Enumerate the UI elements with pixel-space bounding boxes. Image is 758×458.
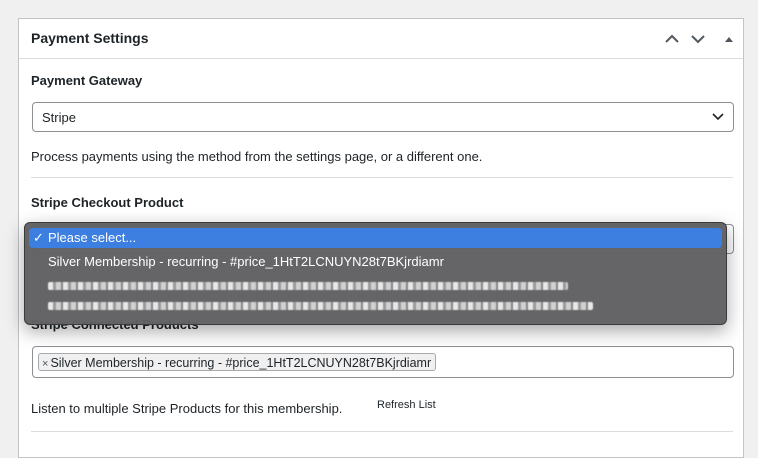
chevron-down-icon	[712, 113, 724, 121]
chip-remove-icon[interactable]: ×	[42, 358, 48, 370]
connected-products-help: Listen to multiple Stripe Products for t…	[31, 401, 343, 416]
move-down-button[interactable]	[689, 30, 707, 48]
payment-gateway-select[interactable]: Stripe	[32, 102, 734, 132]
refresh-list-link[interactable]: Refresh List	[377, 399, 436, 411]
checkout-product-label: Stripe Checkout Product	[31, 195, 184, 210]
checkout-product-dropdown: ✓ Please select... Silver Membership - r…	[24, 222, 727, 325]
payment-gateway-value: Stripe	[42, 110, 76, 125]
connected-product-chip: × Silver Membership - recurring - #price_…	[38, 353, 437, 371]
redacted-text	[48, 282, 568, 290]
payment-gateway-label: Payment Gateway	[31, 73, 143, 88]
option-label: Silver Membership - recurring - #price_1…	[48, 254, 444, 269]
chip-label: Silver Membership - recurring - #price_1…	[50, 356, 432, 370]
panel-title: Payment Settings	[31, 30, 149, 46]
panel-header: Payment Settings	[19, 19, 743, 59]
move-up-button[interactable]	[663, 30, 681, 48]
connected-products-input[interactable]: × Silver Membership - recurring - #price_…	[32, 346, 734, 378]
dropdown-option-redacted[interactable]	[29, 296, 722, 316]
dropdown-option[interactable]: ✓ Please select...	[29, 228, 722, 248]
dropdown-option[interactable]: Silver Membership - recurring - #price_1…	[29, 252, 722, 272]
toggle-panel-button[interactable]	[720, 30, 738, 48]
check-icon: ✓	[33, 230, 44, 245]
dropdown-option-redacted[interactable]	[29, 276, 722, 296]
divider	[31, 431, 733, 432]
toggle-triangle-icon	[725, 37, 733, 42]
divider	[31, 177, 733, 178]
chevron-down-icon	[691, 35, 705, 44]
redacted-text	[48, 302, 593, 310]
option-label: Please select...	[48, 230, 137, 245]
payment-gateway-help: Process payments using the method from t…	[31, 149, 483, 164]
chevron-up-icon	[665, 34, 679, 43]
